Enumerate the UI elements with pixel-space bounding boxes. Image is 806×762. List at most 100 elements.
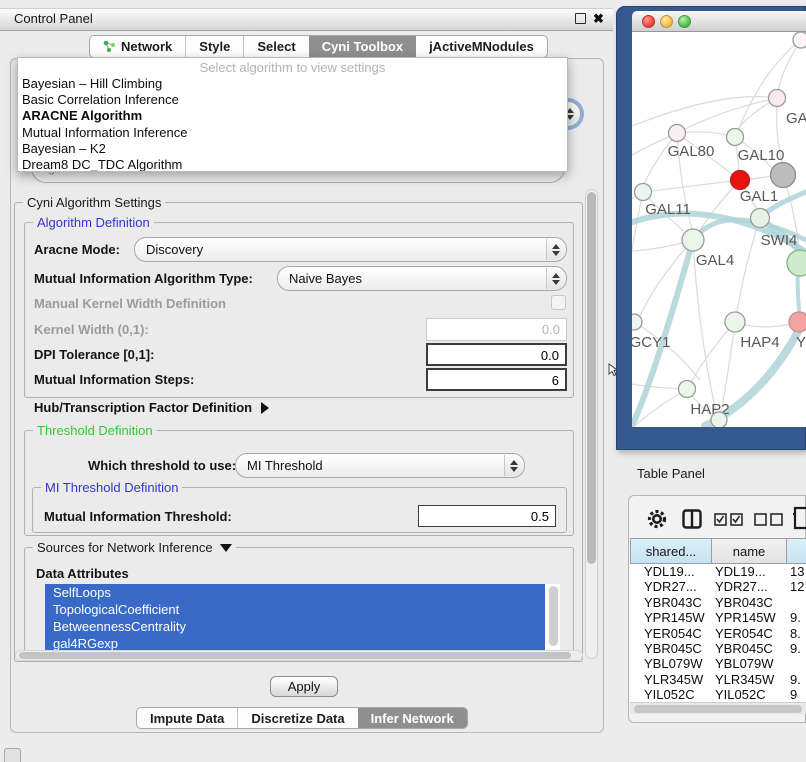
algorithm-definition-title: Algorithm Definition: [33, 215, 154, 230]
table-row[interactable]: YER054CYER054C8.: [630, 626, 806, 641]
network-node-gal1[interactable]: [731, 171, 750, 190]
network-node-hap4[interactable]: [725, 312, 745, 332]
network-edge[interactable]: [777, 40, 801, 98]
settings-horizontal-scrollbar[interactable]: [15, 650, 583, 661]
data-attributes-list[interactable]: SelfLoopsTopologicalCoefficientBetweenne…: [45, 584, 560, 651]
network-node[interactable]: [771, 163, 796, 188]
aracne-mode-value: Discovery: [146, 242, 203, 257]
network-edge[interactable]: [737, 218, 760, 312]
algorithm-option[interactable]: Bayesian – K2: [18, 141, 567, 157]
algorithm-option[interactable]: Dream8 DC_TDC Algorithm: [18, 157, 567, 172]
zoom-traffic-light-icon[interactable]: [678, 15, 691, 28]
aracne-mode-combobox[interactable]: Discovery: [134, 237, 567, 262]
tab-discretize-data-label: Discretize Data: [251, 711, 344, 726]
attributes-scrollbar[interactable]: [549, 586, 558, 646]
attribute-item[interactable]: gal4RGexp: [45, 635, 545, 651]
dpi-tolerance-field[interactable]: 0.0: [426, 343, 567, 366]
close-traffic-light-icon[interactable]: [642, 15, 655, 28]
table-horizontal-scrollbar[interactable]: [630, 702, 806, 714]
scrollbar-thumb[interactable]: [634, 705, 802, 713]
table-row[interactable]: YIL052CYIL052C9: [630, 687, 806, 702]
algorithm-option[interactable]: Mutual Information Inference: [18, 125, 567, 141]
tab-impute-data[interactable]: Impute Data: [137, 708, 237, 728]
network-canvas[interactable]: GAL7GAL80GAL10GAL1GAL11SWI4GAL4GCY1HAP4Y…: [632, 32, 806, 427]
minimize-traffic-light-icon[interactable]: [660, 15, 673, 28]
algorithm-option[interactable]: ARACNE Algorithm: [18, 108, 567, 124]
table-cell: 8.: [786, 626, 806, 641]
attribute-item[interactable]: BetweennessCentrality: [45, 618, 545, 635]
table-cell: 9.: [786, 672, 806, 687]
combo-spinner-icon: [546, 268, 565, 289]
algorithm-option[interactable]: Basic Correlation Inference: [18, 92, 567, 108]
scrollbar-thumb[interactable]: [19, 652, 571, 659]
table-cell: YPR145W: [711, 610, 786, 625]
tab-jactivemnodules[interactable]: jActiveMNodules: [416, 36, 547, 57]
column-header-shared[interactable]: shared...: [630, 538, 711, 564]
network-node-gcy1[interactable]: [632, 314, 642, 330]
network-node[interactable]: [751, 209, 770, 228]
table-row[interactable]: YPR145WYPR145W9.: [630, 610, 806, 625]
network-edge[interactable]: [652, 180, 740, 191]
node-label: HAP4: [740, 334, 779, 351]
gear-icon[interactable]: [646, 508, 668, 530]
algorithm-option[interactable]: Bayesian – Hill Climbing: [18, 76, 567, 92]
kernel-width-label: Kernel Width (0,1):: [34, 322, 149, 337]
unchecked-boxes-icon[interactable]: [754, 512, 784, 526]
mi-steps-field[interactable]: 6: [426, 368, 567, 391]
network-edge[interactable]: [683, 98, 777, 130]
table-row[interactable]: YDL19...YDL19...13: [630, 564, 806, 579]
column-header-name[interactable]: name: [711, 538, 786, 564]
network-node-hap2[interactable]: [679, 381, 696, 398]
node-label: GAL1: [740, 188, 778, 205]
table-cell: YDL19...: [711, 564, 786, 579]
manual-kernel-checkbox[interactable]: [551, 295, 566, 310]
dropdown-placeholder: Select algorithm to view settings: [18, 60, 567, 76]
network-node-gal4[interactable]: [682, 229, 704, 251]
tab-select[interactable]: Select: [243, 36, 308, 57]
network-node-gal7[interactable]: [769, 90, 786, 107]
table-row[interactable]: YBR043CYBR043C: [630, 595, 806, 610]
network-edge[interactable]: [692, 322, 735, 381]
table-row[interactable]: YBR045CYBR045C9.: [630, 641, 806, 656]
mi-threshold-field[interactable]: 0.5: [418, 505, 556, 527]
tab-style[interactable]: Style: [185, 36, 243, 57]
tab-discretize-data[interactable]: Discretize Data: [237, 708, 357, 728]
kernel-width-field[interactable]: 0.0: [426, 318, 567, 341]
node-label: GAL7: [786, 110, 806, 127]
network-node-gal10[interactable]: [727, 129, 744, 146]
network-node-gal11[interactable]: [635, 184, 652, 201]
network-node-swi4[interactable]: [787, 250, 806, 276]
tab-cyni-toolbox[interactable]: Cyni Toolbox: [309, 36, 416, 57]
document-icon[interactable]: [793, 506, 806, 530]
network-window-titlebar[interactable]: [632, 11, 806, 32]
table-row[interactable]: YLR345WYLR345W9.: [630, 672, 806, 687]
column-header-third[interactable]: [786, 538, 806, 564]
network-node-y[interactable]: [789, 312, 806, 332]
split-columns-icon[interactable]: [682, 509, 702, 529]
mi-type-combobox[interactable]: Naive Bayes: [277, 266, 567, 291]
checked-boxes-icon[interactable]: [714, 512, 744, 526]
network-node[interactable]: [711, 412, 727, 427]
table-cell: YDR27...: [630, 579, 711, 594]
collapse-down-icon[interactable]: [220, 544, 232, 552]
network-node-gal80[interactable]: [669, 125, 686, 142]
settings-vertical-scrollbar[interactable]: [585, 189, 598, 659]
attribute-item[interactable]: SelfLoops: [45, 584, 545, 601]
collapsed-panel-icon[interactable]: [4, 748, 21, 762]
apply-button[interactable]: Apply: [270, 676, 338, 697]
table-row[interactable]: YDR27...YDR27...12: [630, 579, 806, 594]
tab-infer-network[interactable]: Infer Network: [358, 708, 467, 728]
network-edge[interactable]: [632, 97, 777, 126]
float-panel-icon[interactable]: [575, 13, 586, 24]
hub-definition-expander[interactable]: Hub/Transcription Factor Definition: [34, 400, 269, 415]
attribute-item[interactable]: TopologicalCoefficient: [45, 601, 545, 618]
which-threshold-value: MI Threshold: [247, 458, 323, 473]
table-row[interactable]: YBL079WYBL079W: [630, 656, 806, 671]
close-icon[interactable]: ✖: [593, 11, 604, 27]
scrollbar-thumb[interactable]: [587, 192, 596, 564]
network-node[interactable]: [793, 32, 806, 48]
which-threshold-combobox[interactable]: MI Threshold: [235, 453, 525, 478]
tab-network[interactable]: Network: [90, 36, 185, 57]
table-cell: [786, 656, 806, 671]
network-edge-highlighted[interactable]: [632, 240, 693, 426]
